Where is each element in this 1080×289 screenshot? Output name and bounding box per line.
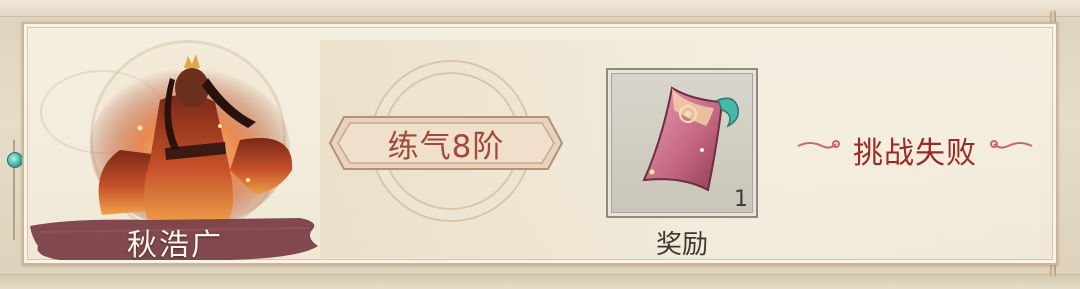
scroll-hook-left	[6, 140, 23, 250]
bottom-frame-strip	[0, 274, 1080, 289]
realm-level-text: 练气8阶	[387, 129, 505, 165]
challenge-result: 挑战失败	[790, 124, 1040, 174]
opponent-name-banner: 秋浩广	[30, 216, 320, 263]
opponent-portrait-icon	[90, 54, 293, 228]
cloud-flourish-left-icon	[797, 140, 840, 149]
opponent-portrait-area[interactable]: 秋浩广	[30, 30, 320, 263]
result-text: 挑战失败	[853, 136, 977, 171]
opponent-name: 秋浩广	[127, 228, 223, 263]
cloud-flourish-right-icon	[990, 140, 1033, 149]
reward-label: 奖励	[655, 230, 708, 260]
challenge-result-screen: 秋浩广 练气8阶 1 奖励 挑战失败	[0, 0, 1080, 289]
top-frame-strip	[0, 0, 1080, 17]
jade-gem-icon	[7, 152, 23, 168]
realm-level-plate: 练气8阶	[326, 113, 566, 173]
reward-item-slot[interactable]: 1	[606, 68, 758, 218]
reward-count: 1	[734, 187, 748, 212]
scroll-banner-icon	[642, 86, 740, 192]
